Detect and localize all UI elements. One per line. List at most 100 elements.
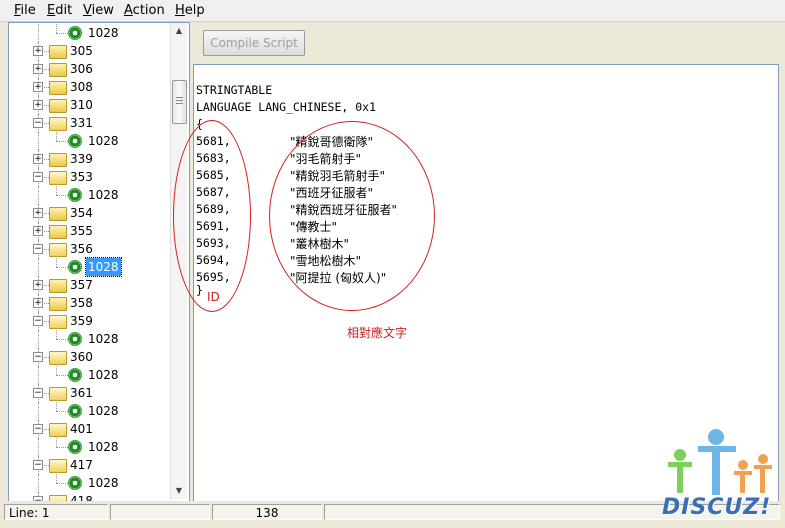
tree-item-label: 306 [70, 62, 93, 76]
compile-script-button[interactable]: Compile Script [203, 30, 305, 56]
code-line: STRINGTABLE [196, 83, 273, 97]
folder-icon [49, 297, 67, 311]
tree-folder-item[interactable]: +308 [9, 78, 171, 96]
tree-item-label: 360 [70, 350, 93, 364]
menu-help[interactable]: Help [175, 3, 205, 18]
collapse-icon[interactable]: − [33, 424, 43, 434]
resource-gear-icon [68, 188, 82, 202]
tree-folder-item[interactable]: − 360 [9, 348, 171, 366]
tree-item-label: 308 [70, 80, 93, 94]
tree-item-label: 361 [70, 386, 93, 400]
tree-folder-item[interactable]: +358 [9, 294, 171, 312]
tree-folder-item[interactable]: +355 [9, 222, 171, 240]
tree-item-label: 1028 [88, 440, 119, 454]
tree-folder-item[interactable]: +357 [9, 276, 171, 294]
collapse-icon[interactable]: − [33, 118, 43, 128]
menu-edit[interactable]: Edit [47, 3, 72, 18]
folder-open-icon [49, 117, 67, 131]
tree-item-label: 358 [70, 296, 93, 310]
expand-icon[interactable]: + [33, 298, 43, 308]
code-line: LANGUAGE LANG_CHINESE, 0x1 [196, 100, 377, 114]
tree-item-label: 305 [70, 44, 93, 58]
folder-open-icon [49, 423, 67, 437]
tree-folder-item[interactable]: +305 [9, 42, 171, 60]
tree-leaf-item[interactable]: 1028 [9, 474, 171, 492]
tree-leaf-item[interactable]: 1028 [9, 186, 171, 204]
status-line: Line: 1 [4, 504, 108, 520]
expand-icon[interactable]: + [33, 280, 43, 290]
resource-tree[interactable]: 1028 +305 +306 +308 +310−331 1028 +339−353 1028… [8, 22, 190, 502]
collapse-icon[interactable]: − [33, 388, 43, 398]
expand-icon[interactable]: + [33, 100, 43, 110]
tree-item-label: 353 [70, 170, 93, 184]
collapse-icon[interactable]: − [33, 460, 43, 470]
tree-folder-item[interactable]: +339 [9, 150, 171, 168]
tree-folder-item[interactable]: +306 [9, 60, 171, 78]
collapse-icon[interactable]: − [33, 172, 43, 182]
tree-item-label: 401 [70, 422, 93, 436]
tree-folder-item[interactable]: − 401 [9, 420, 171, 438]
tree-folder-item[interactable]: − 331 [9, 114, 171, 132]
scroll-thumb[interactable] [172, 80, 187, 124]
resource-gear-icon [68, 260, 82, 274]
tree-item-label: 417 [70, 458, 93, 472]
folder-icon [49, 99, 67, 113]
folder-icon [49, 81, 67, 95]
status-count: 138 [212, 504, 322, 520]
tree-folder-item[interactable]: − 353 [9, 168, 171, 186]
expand-icon[interactable]: + [33, 226, 43, 236]
resource-gear-icon [68, 440, 82, 454]
collapse-icon[interactable]: − [33, 316, 43, 326]
tree-folder-item[interactable]: +310 [9, 96, 171, 114]
tree-item-label: 1028 [88, 188, 119, 202]
scroll-down-icon[interactable]: ▼ [171, 483, 187, 499]
expand-icon[interactable]: + [33, 64, 43, 74]
tree-folder-item[interactable]: − 356 [9, 240, 171, 258]
folder-open-icon [49, 459, 67, 473]
menu-file[interactable]: File [14, 3, 36, 18]
scroll-up-icon[interactable]: ▲ [171, 23, 187, 39]
folder-open-icon [49, 315, 67, 329]
tree-folder-item[interactable]: − 361 [9, 384, 171, 402]
people-logo-icon [668, 429, 772, 495]
tree-folder-item[interactable]: − 359 [9, 312, 171, 330]
tree-item-label: 1028 [88, 404, 119, 418]
tree-leaf-item[interactable]: 1028 [9, 402, 171, 420]
text-highlight-ellipse [269, 121, 435, 311]
tree-item-label: 355 [70, 224, 93, 238]
status-blank [110, 504, 210, 520]
expand-icon[interactable]: + [33, 208, 43, 218]
tree-leaf-item[interactable]: 1028 [9, 257, 171, 277]
tree-leaf-item[interactable]: 1028 [9, 132, 171, 150]
discuz-watermark: DISCUZ! [660, 425, 780, 525]
watermark-text: DISCUZ! [662, 495, 772, 520]
tree-folder-item[interactable]: +354 [9, 204, 171, 222]
tree-item-label: 1028 [88, 26, 119, 40]
tree-item-label: 331 [70, 116, 93, 130]
resource-gear-icon [68, 332, 82, 346]
folder-icon [49, 279, 67, 293]
resource-gear-icon [68, 404, 82, 418]
tree-leaf-item[interactable]: 1028 [9, 24, 171, 42]
folder-icon [49, 153, 67, 167]
collapse-icon[interactable]: − [33, 352, 43, 362]
folder-icon [49, 45, 67, 59]
menu-view[interactable]: View [83, 3, 114, 18]
tree-leaf-item[interactable]: 1028 [9, 366, 171, 384]
folder-open-icon [49, 243, 67, 257]
expand-icon[interactable]: + [33, 154, 43, 164]
folder-open-icon [49, 351, 67, 365]
expand-icon[interactable]: + [33, 82, 43, 92]
collapse-icon[interactable]: − [33, 244, 43, 254]
menu-action[interactable]: Action [124, 3, 165, 18]
tree-folder-item[interactable]: − 417 [9, 456, 171, 474]
tree-leaf-item[interactable]: 1028 [9, 438, 171, 456]
tree-leaf-item[interactable]: 1028 [9, 330, 171, 348]
id-highlight-ellipse [173, 120, 251, 312]
folder-icon [49, 207, 67, 221]
resource-gear-icon [68, 368, 82, 382]
tree-item-label: 354 [70, 206, 93, 220]
folder-open-icon [49, 387, 67, 401]
expand-icon[interactable]: + [33, 46, 43, 56]
tree-item-label: 339 [70, 152, 93, 166]
